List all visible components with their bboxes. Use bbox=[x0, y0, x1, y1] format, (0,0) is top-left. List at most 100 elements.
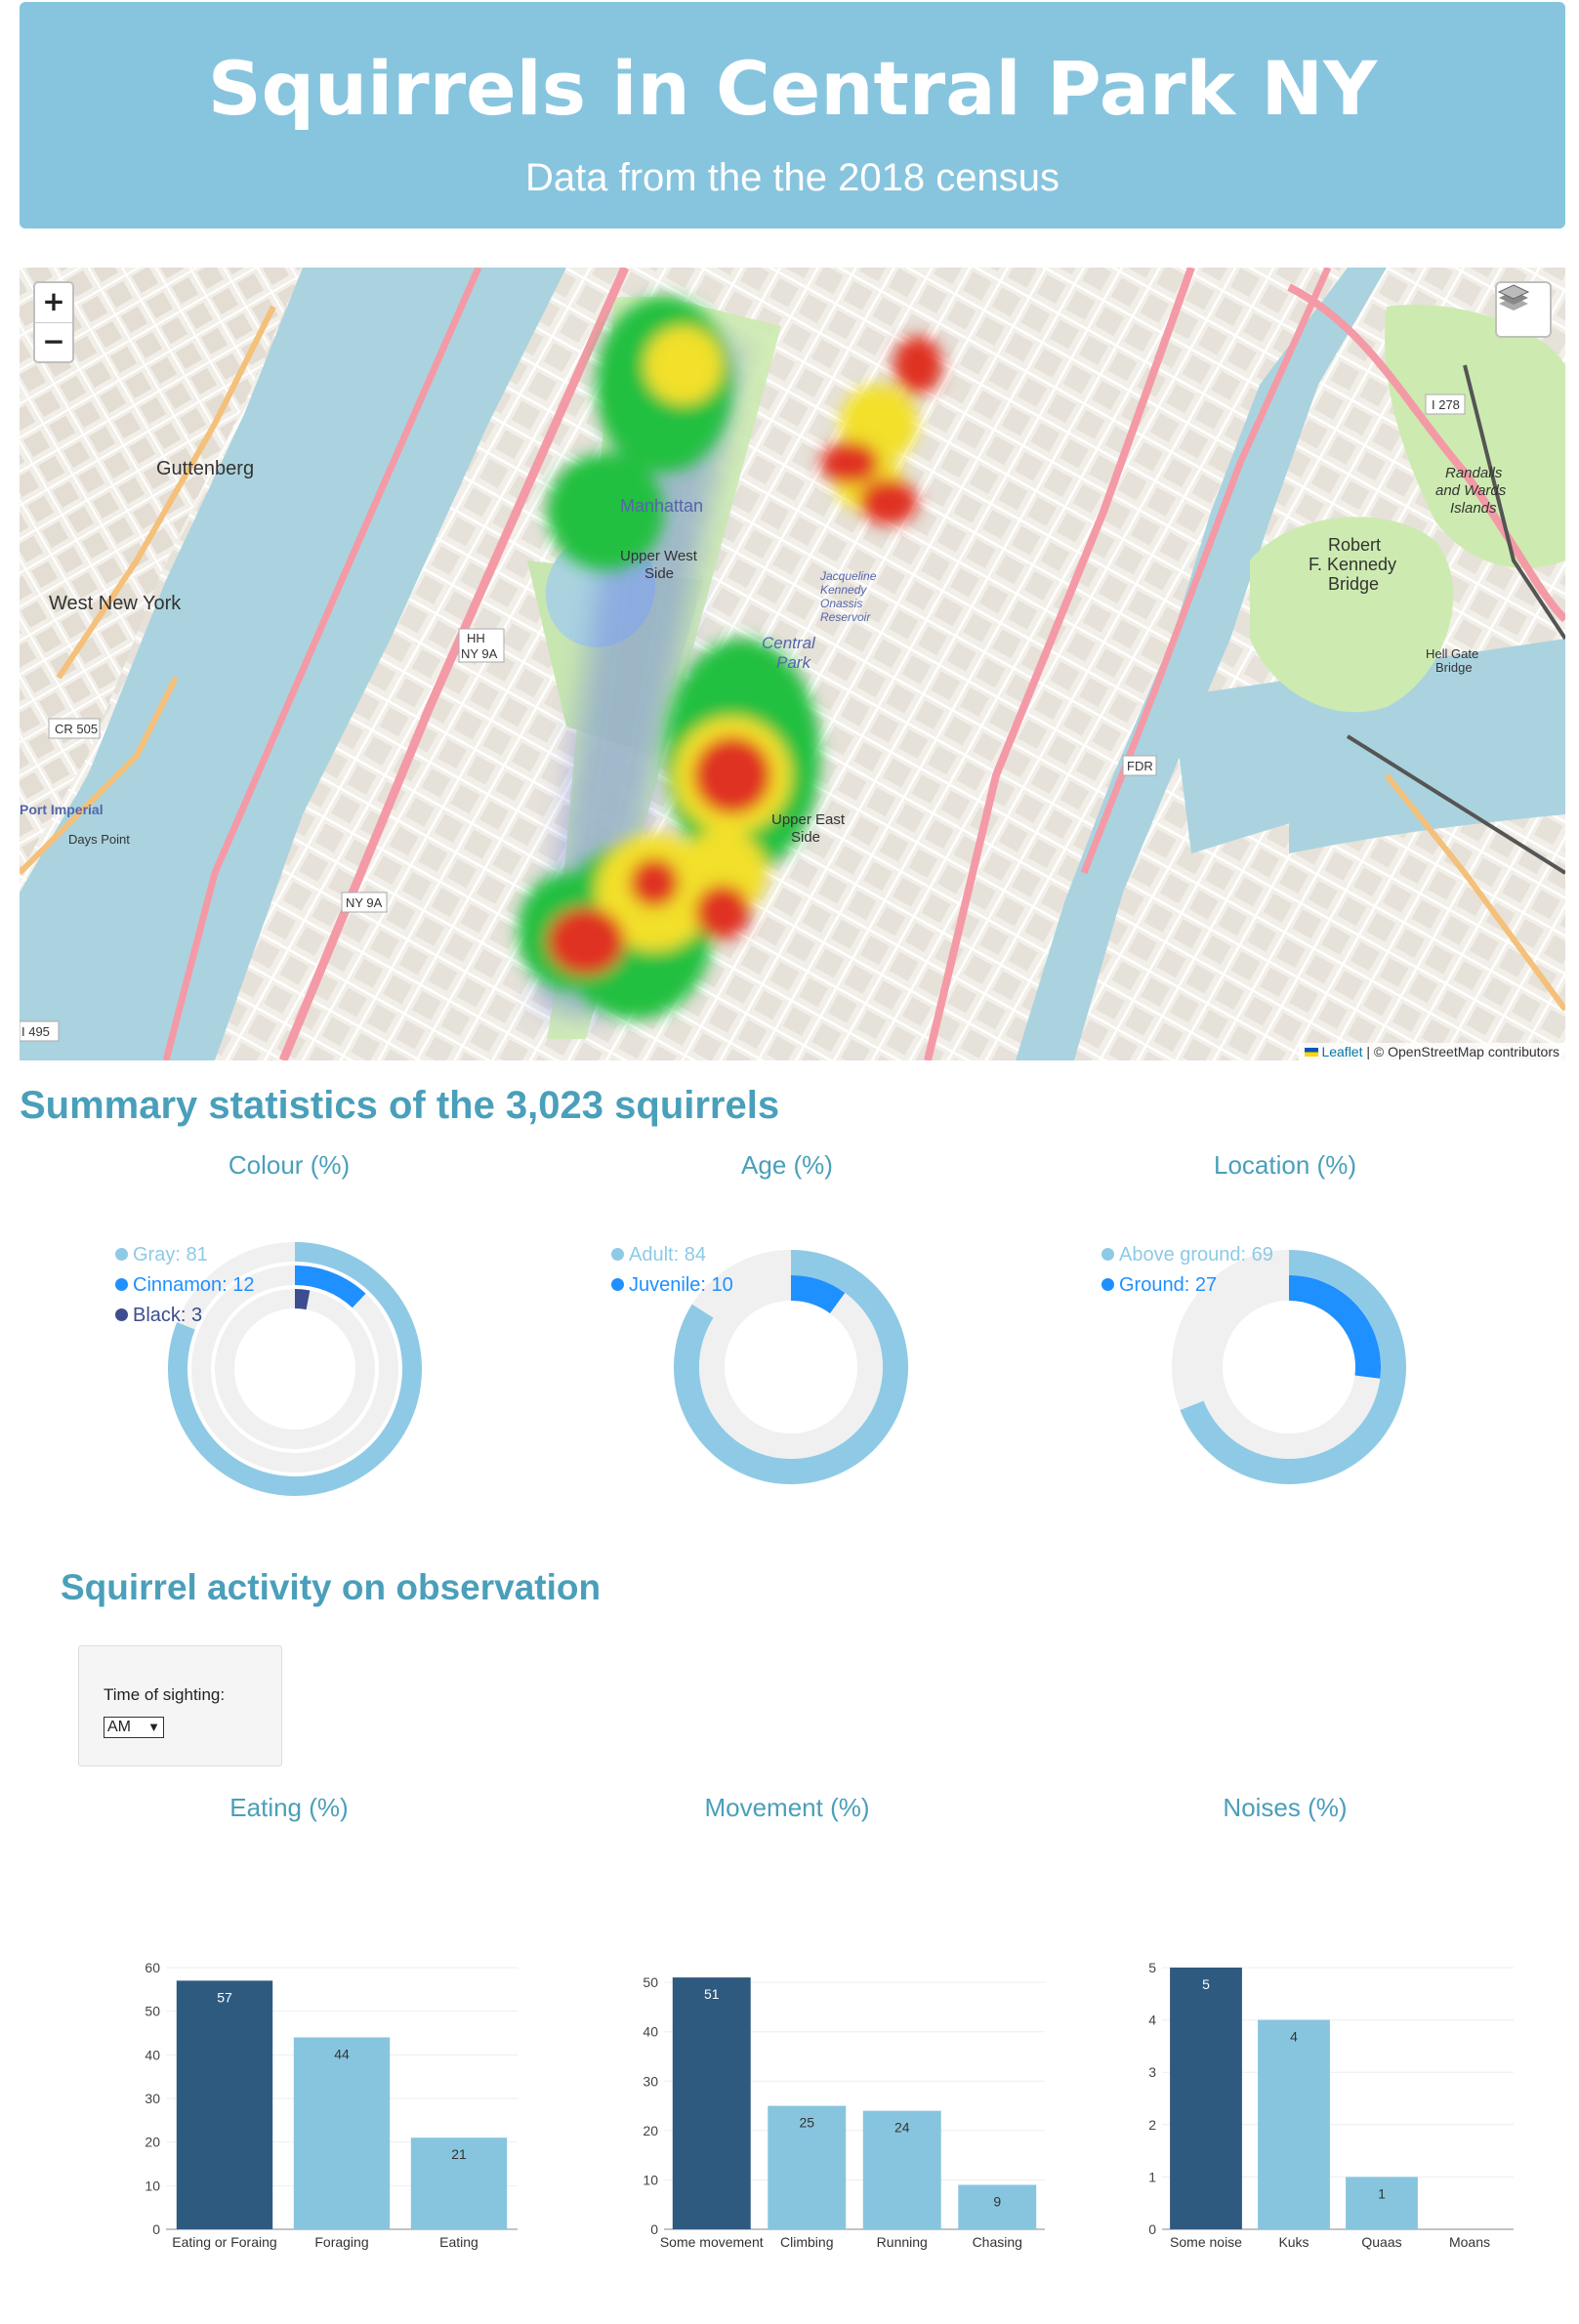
movement-chart-title: Movement (%) bbox=[704, 1793, 870, 1822]
movement-bar-chart: 0 10 20 30 40 50 51 Some movement 25 Climbing 24 Ru… bbox=[643, 1974, 1045, 2250]
y-tick-label: 40 bbox=[145, 2047, 160, 2062]
summary-title: Summary statistics of the 3,023 squirrel… bbox=[20, 1084, 780, 1127]
bar-value-label: 51 bbox=[704, 1986, 720, 2002]
y-tick-label: 4 bbox=[1148, 2013, 1156, 2028]
header-banner: Squirrels in Central Park NY Data from t… bbox=[20, 2, 1565, 228]
x-tick-label: Kuks bbox=[1278, 2234, 1309, 2250]
bar-value-label: 24 bbox=[894, 2120, 910, 2136]
zoom-in-button[interactable]: + bbox=[35, 283, 72, 322]
bar-value-label: 9 bbox=[993, 2193, 1001, 2209]
heatmap-map[interactable]: Guttenberg West New York Manhattan Upper… bbox=[20, 268, 1565, 1060]
chevron-down-icon: ▼ bbox=[147, 1720, 160, 1734]
eating-chart-title: Eating (%) bbox=[229, 1793, 349, 1822]
x-tick-label: Some movement bbox=[660, 2234, 764, 2250]
svg-text:Days Point: Days Point bbox=[68, 832, 130, 847]
y-tick-label: 0 bbox=[650, 2221, 658, 2237]
ring-arc-black[interactable] bbox=[294, 1289, 311, 1310]
colour-legend: Gray: 81 Cinnamon: 12 Black: 3 bbox=[115, 1240, 255, 1331]
svg-text:Upper West: Upper West bbox=[620, 548, 698, 564]
svg-text:Islands: Islands bbox=[1450, 500, 1497, 517]
location-legend: Above ground: 69 Ground: 27 bbox=[1101, 1240, 1273, 1301]
activity-title: Squirrel activity on observation bbox=[61, 1567, 602, 1607]
svg-text:Kennedy: Kennedy bbox=[820, 583, 867, 597]
bar-value-label: 5 bbox=[1202, 1976, 1210, 1992]
bar-value-label: 25 bbox=[799, 2115, 814, 2131]
leaflet-link[interactable]: Leaflet bbox=[1321, 1044, 1362, 1059]
map-attribution: Leaflet | © OpenStreetMap contributors bbox=[1299, 1043, 1565, 1060]
zoom-control: + − bbox=[33, 281, 74, 363]
map-tiles: Guttenberg West New York Manhattan Upper… bbox=[20, 268, 1565, 1060]
svg-text:Manhattan: Manhattan bbox=[620, 496, 703, 516]
age-legend: Adult: 84 Juvenile: 10 bbox=[611, 1240, 733, 1301]
x-tick-label: Quaas bbox=[1361, 2234, 1401, 2250]
noises-bar-chart: 0 1 2 3 4 5 5 Some noise 4 Kuks 1 Quaas Moans bbox=[1148, 1960, 1514, 2250]
bar-value-label: 44 bbox=[334, 2046, 350, 2061]
x-tick-label: Eating or Foraing bbox=[172, 2234, 276, 2250]
bar[interactable] bbox=[176, 1980, 273, 2229]
y-tick-label: 60 bbox=[145, 1960, 160, 1975]
svg-text:Park: Park bbox=[776, 653, 811, 672]
noises-chart-title: Noises (%) bbox=[1223, 1793, 1348, 1822]
y-tick-label: 3 bbox=[1148, 2064, 1156, 2080]
svg-text:FDR: FDR bbox=[1127, 759, 1153, 773]
colour-panel-title: Colour (%) bbox=[228, 1150, 351, 1180]
svg-text:I 278: I 278 bbox=[1432, 397, 1460, 412]
y-tick-label: 0 bbox=[152, 2221, 160, 2237]
ring-arc-juvenile[interactable] bbox=[790, 1275, 846, 1314]
y-tick-label: 0 bbox=[1148, 2221, 1156, 2237]
y-tick-label: 20 bbox=[643, 2123, 658, 2138]
svg-text:Side: Side bbox=[791, 829, 820, 846]
svg-text:Central: Central bbox=[762, 634, 816, 652]
y-tick-label: 50 bbox=[145, 2004, 160, 2019]
y-tick-label: 1 bbox=[1148, 2169, 1156, 2184]
x-tick-label: Some noise bbox=[1170, 2234, 1242, 2250]
page-title: Squirrels in Central Park NY bbox=[207, 45, 1378, 132]
zoom-out-button[interactable]: − bbox=[35, 322, 72, 361]
svg-text:Jacqueline: Jacqueline bbox=[819, 569, 877, 583]
layers-button[interactable] bbox=[1495, 281, 1552, 338]
x-tick-label: Eating bbox=[439, 2234, 478, 2250]
legend-item-juvenile: Juvenile: 10 bbox=[611, 1270, 733, 1301]
svg-text:Hell Gate: Hell Gate bbox=[1426, 646, 1478, 661]
ukraine-flag-icon bbox=[1305, 1048, 1319, 1057]
svg-text:Reservoir: Reservoir bbox=[820, 610, 871, 624]
bar-value-label: 4 bbox=[1290, 2029, 1298, 2045]
y-tick-label: 2 bbox=[1148, 2117, 1156, 2133]
ring-track bbox=[699, 1275, 883, 1459]
x-tick-label: Chasing bbox=[973, 2234, 1022, 2250]
svg-text:West New York: West New York bbox=[49, 593, 182, 614]
bar[interactable] bbox=[293, 2037, 391, 2229]
time-of-sighting-select[interactable]: AM ▼ bbox=[104, 1717, 164, 1738]
bar[interactable] bbox=[672, 1977, 751, 2229]
y-tick-label: 10 bbox=[145, 2178, 160, 2193]
y-tick-label: 40 bbox=[643, 2024, 658, 2040]
y-tick-label: 10 bbox=[643, 2172, 658, 2187]
eating-bar-chart: 0 10 20 30 40 50 60 57 Eating or Foraing 44 Foragi… bbox=[145, 1960, 518, 2250]
x-tick-label: Running bbox=[877, 2234, 928, 2250]
x-tick-label: Foraging bbox=[314, 2234, 368, 2250]
legend-item-gray: Gray: 81 bbox=[115, 1240, 255, 1270]
svg-text:Port Imperial: Port Imperial bbox=[20, 802, 104, 817]
y-tick-label: 30 bbox=[643, 2073, 658, 2089]
svg-text:and Wards: and Wards bbox=[1435, 482, 1507, 499]
x-tick-label: Climbing bbox=[780, 2234, 833, 2250]
legend-item-ground: Ground: 27 bbox=[1101, 1270, 1273, 1301]
y-tick-label: 20 bbox=[145, 2135, 160, 2150]
svg-text:Bridge: Bridge bbox=[1328, 574, 1379, 594]
page-subtitle: Data from the the 2018 census bbox=[525, 156, 1060, 199]
svg-text:I 495: I 495 bbox=[21, 1024, 50, 1039]
bar[interactable] bbox=[1170, 1968, 1242, 2229]
bar-value-label: 57 bbox=[217, 1989, 232, 2005]
svg-text:Guttenberg: Guttenberg bbox=[156, 458, 254, 479]
age-panel-title: Age (%) bbox=[741, 1150, 833, 1180]
bar-value-label: 1 bbox=[1378, 2185, 1386, 2201]
bar[interactable] bbox=[1258, 2019, 1330, 2229]
svg-text:F. Kennedy: F. Kennedy bbox=[1309, 555, 1396, 574]
legend-item-cinnamon: Cinnamon: 12 bbox=[115, 1270, 255, 1301]
legend-item-black: Black: 3 bbox=[115, 1301, 255, 1331]
x-tick-label: Moans bbox=[1449, 2234, 1490, 2250]
svg-text:NY 9A: NY 9A bbox=[461, 646, 498, 661]
svg-text:Bridge: Bridge bbox=[1435, 660, 1473, 675]
osm-attribution: | © OpenStreetMap contributors bbox=[1362, 1044, 1559, 1059]
svg-text:Side: Side bbox=[644, 565, 674, 582]
